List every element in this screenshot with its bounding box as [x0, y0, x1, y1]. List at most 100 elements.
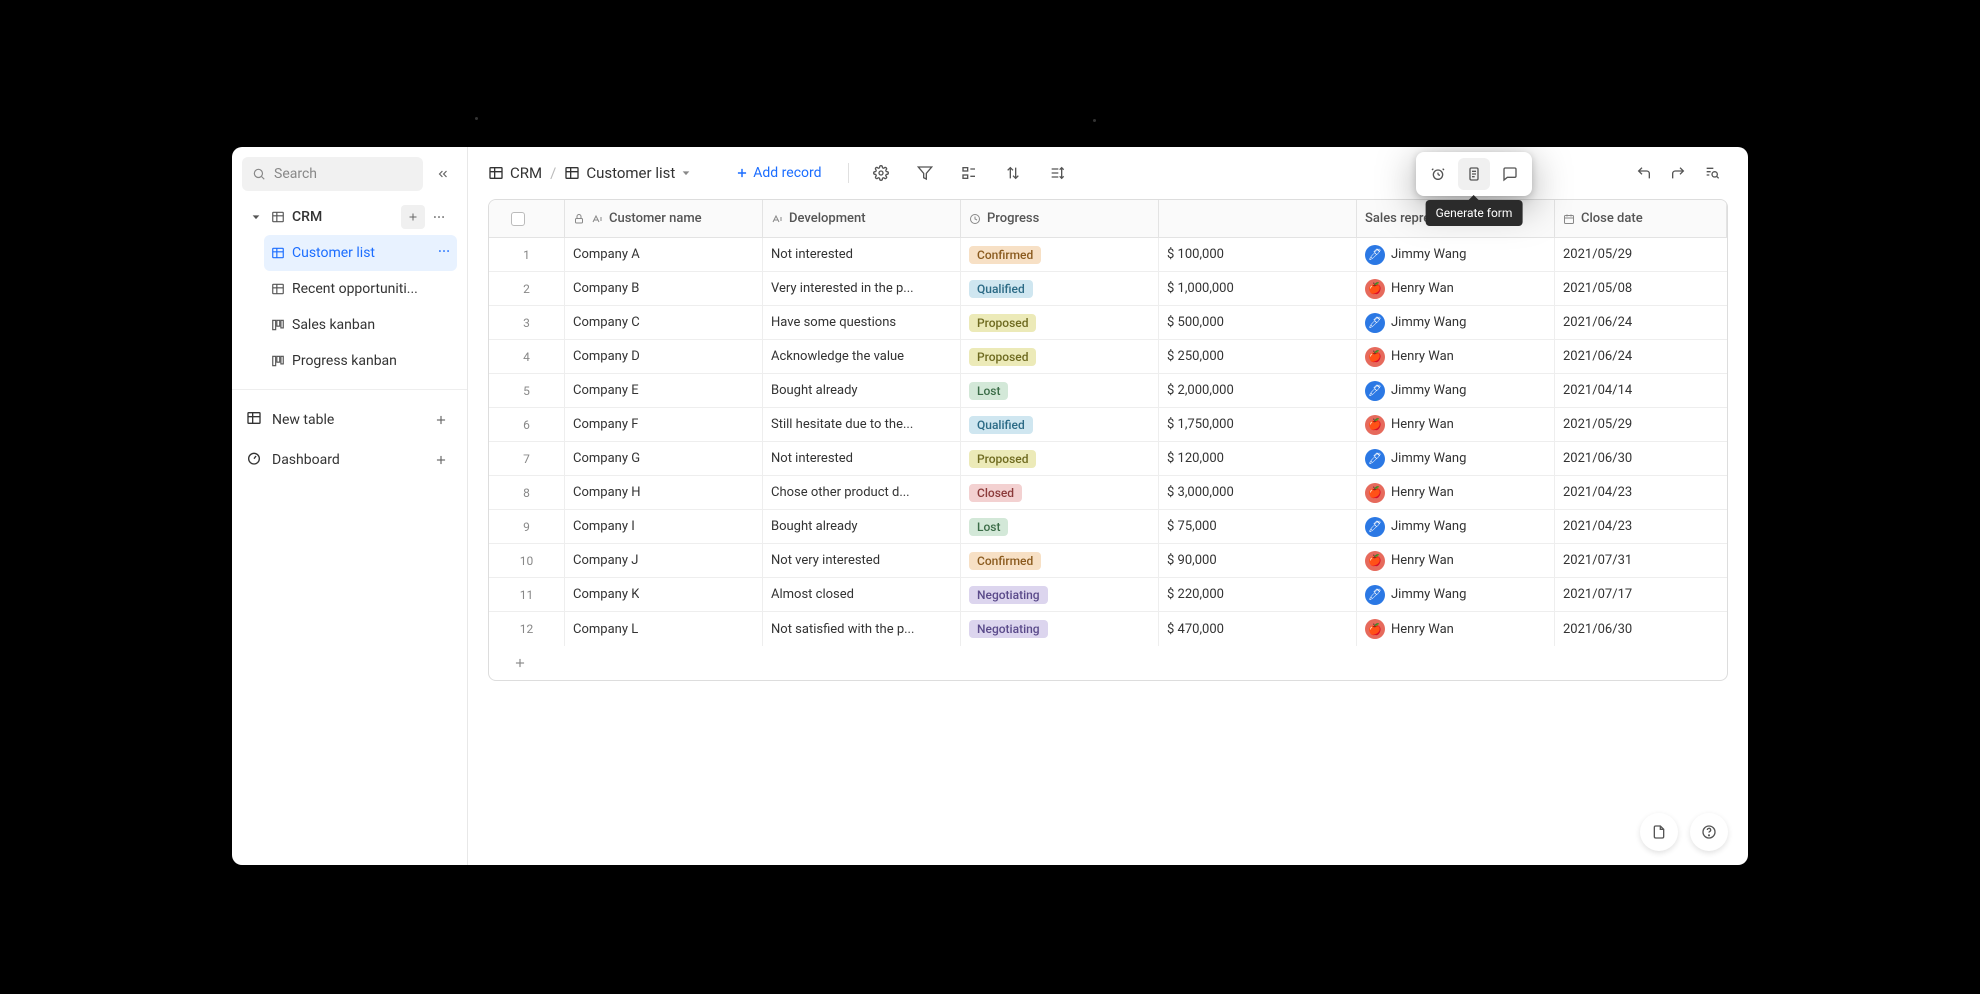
add-row-button[interactable]: [489, 646, 1727, 680]
new-table-row[interactable]: New table: [232, 400, 467, 440]
cell-close-date[interactable]: 2021/06/30: [1555, 442, 1727, 475]
cell-sales-rep[interactable]: 🍎Henry Wan: [1357, 476, 1555, 509]
dashboard-row[interactable]: Dashboard: [232, 440, 467, 480]
cell-progress[interactable]: Qualified: [961, 272, 1159, 305]
table-row[interactable]: 8 Company H Chose other product d... Clo…: [489, 476, 1727, 510]
cell-customer-name[interactable]: Company D: [565, 340, 763, 373]
cell-customer-name[interactable]: Company B: [565, 272, 763, 305]
cell-sales-rep[interactable]: 🍎Henry Wan: [1357, 408, 1555, 441]
cell-progress[interactable]: Confirmed: [961, 544, 1159, 577]
cell-close-date[interactable]: 2021/06/30: [1555, 612, 1727, 646]
filter-button[interactable]: [909, 157, 941, 189]
cell-progress[interactable]: Proposed: [961, 442, 1159, 475]
item-more-button[interactable]: [437, 244, 451, 262]
add-record-button[interactable]: Add record: [725, 159, 831, 187]
undo-button[interactable]: [1628, 157, 1660, 189]
cell-close-date[interactable]: 2021/07/17: [1555, 578, 1727, 611]
table-row[interactable]: 12 Company L Not satisfied with the p...…: [489, 612, 1727, 646]
cell-close-date[interactable]: 2021/07/31: [1555, 544, 1727, 577]
cell-deal-value[interactable]: $ 100,000: [1159, 238, 1357, 271]
cell-deal-value[interactable]: $ 120,000: [1159, 442, 1357, 475]
cell-sales-rep[interactable]: 🖊Jimmy Wang: [1357, 238, 1555, 271]
sidebar-item[interactable]: Customer list: [264, 235, 457, 271]
cell-sales-rep[interactable]: 🖊Jimmy Wang: [1357, 578, 1555, 611]
workspace-more-button[interactable]: [427, 205, 451, 229]
cell-development[interactable]: Not very interested: [763, 544, 961, 577]
cell-close-date[interactable]: 2021/06/24: [1555, 340, 1727, 373]
cell-close-date[interactable]: 2021/04/23: [1555, 510, 1727, 543]
cell-sales-rep[interactable]: 🖊Jimmy Wang: [1357, 510, 1555, 543]
find-button[interactable]: [1696, 157, 1728, 189]
cell-development[interactable]: Have some questions: [763, 306, 961, 339]
cell-development[interactable]: Not interested: [763, 238, 961, 271]
collapse-sidebar-button[interactable]: [429, 160, 457, 188]
cell-sales-rep[interactable]: 🖊Jimmy Wang: [1357, 374, 1555, 407]
checkbox[interactable]: [511, 212, 525, 226]
table-row[interactable]: 9 Company I Bought already Lost $ 75,000…: [489, 510, 1727, 544]
cell-close-date[interactable]: 2021/04/14: [1555, 374, 1727, 407]
group-button[interactable]: [953, 157, 985, 189]
cell-customer-name[interactable]: Company L: [565, 612, 763, 646]
cell-deal-value[interactable]: $ 250,000: [1159, 340, 1357, 373]
table-row[interactable]: 11 Company K Almost closed Negotiating $…: [489, 578, 1727, 612]
cell-close-date[interactable]: 2021/05/29: [1555, 408, 1727, 441]
cell-development[interactable]: Not interested: [763, 442, 961, 475]
col-customer-name[interactable]: Customer name: [565, 200, 763, 237]
cell-customer-name[interactable]: Company A: [565, 238, 763, 271]
reminder-button[interactable]: [1422, 158, 1454, 190]
col-development[interactable]: Development: [763, 200, 961, 237]
search-input[interactable]: Search: [242, 157, 423, 191]
cell-progress[interactable]: Negotiating: [961, 612, 1159, 646]
cell-deal-value[interactable]: $ 220,000: [1159, 578, 1357, 611]
dashboard-add-button[interactable]: [429, 448, 453, 472]
cell-development[interactable]: Still hesitate due to the...: [763, 408, 961, 441]
table-row[interactable]: 4 Company D Acknowledge the value Propos…: [489, 340, 1727, 374]
cell-close-date[interactable]: 2021/05/29: [1555, 238, 1727, 271]
cell-development[interactable]: Very interested in the p...: [763, 272, 961, 305]
redo-button[interactable]: [1662, 157, 1694, 189]
cell-progress[interactable]: Lost: [961, 510, 1159, 543]
cell-development[interactable]: Bought already: [763, 510, 961, 543]
table-row[interactable]: 1 Company A Not interested Confirmed $ 1…: [489, 238, 1727, 272]
breadcrumb-view[interactable]: Customer list: [564, 164, 691, 182]
col-close-date[interactable]: Close date: [1555, 200, 1727, 237]
help-fab[interactable]: [1690, 813, 1728, 851]
row-height-button[interactable]: [1041, 157, 1073, 189]
table-row[interactable]: 3 Company C Have some questions Proposed…: [489, 306, 1727, 340]
table-row[interactable]: 2 Company B Very interested in the p... …: [489, 272, 1727, 306]
cell-progress[interactable]: Proposed: [961, 306, 1159, 339]
workspace-row-crm[interactable]: CRM: [242, 199, 457, 235]
cell-sales-rep[interactable]: 🍎Henry Wan: [1357, 340, 1555, 373]
sidebar-item[interactable]: Sales kanban: [264, 307, 457, 343]
cell-sales-rep[interactable]: 🖊Jimmy Wang: [1357, 442, 1555, 475]
cell-close-date[interactable]: 2021/06/24: [1555, 306, 1727, 339]
sort-button[interactable]: [997, 157, 1029, 189]
cell-progress[interactable]: Qualified: [961, 408, 1159, 441]
cell-customer-name[interactable]: Company H: [565, 476, 763, 509]
cell-close-date[interactable]: 2021/04/23: [1555, 476, 1727, 509]
cell-development[interactable]: Acknowledge the value: [763, 340, 961, 373]
cell-sales-rep[interactable]: 🍎Henry Wan: [1357, 544, 1555, 577]
cell-sales-rep[interactable]: 🍎Henry Wan: [1357, 272, 1555, 305]
col-progress[interactable]: Progress: [961, 200, 1159, 237]
sidebar-item[interactable]: Progress kanban: [264, 343, 457, 379]
cell-sales-rep[interactable]: 🖊Jimmy Wang: [1357, 306, 1555, 339]
cell-development[interactable]: Not satisfied with the p...: [763, 612, 961, 646]
cell-close-date[interactable]: 2021/05/08: [1555, 272, 1727, 305]
cell-progress[interactable]: Confirmed: [961, 238, 1159, 271]
generate-form-button[interactable]: Generate form: [1458, 158, 1490, 190]
cell-customer-name[interactable]: Company G: [565, 442, 763, 475]
cell-progress[interactable]: Closed: [961, 476, 1159, 509]
cell-customer-name[interactable]: Company F: [565, 408, 763, 441]
cell-customer-name[interactable]: Company C: [565, 306, 763, 339]
cell-development[interactable]: Almost closed: [763, 578, 961, 611]
cell-customer-name[interactable]: Company I: [565, 510, 763, 543]
settings-button[interactable]: [865, 157, 897, 189]
cell-deal-value[interactable]: $ 75,000: [1159, 510, 1357, 543]
cell-deal-value[interactable]: $ 1,750,000: [1159, 408, 1357, 441]
breadcrumb-crm[interactable]: CRM: [488, 164, 542, 182]
col-deal-value[interactable]: [1159, 200, 1357, 237]
cell-deal-value[interactable]: $ 3,000,000: [1159, 476, 1357, 509]
table-row[interactable]: 10 Company J Not very interested Confirm…: [489, 544, 1727, 578]
comment-button[interactable]: [1494, 158, 1526, 190]
